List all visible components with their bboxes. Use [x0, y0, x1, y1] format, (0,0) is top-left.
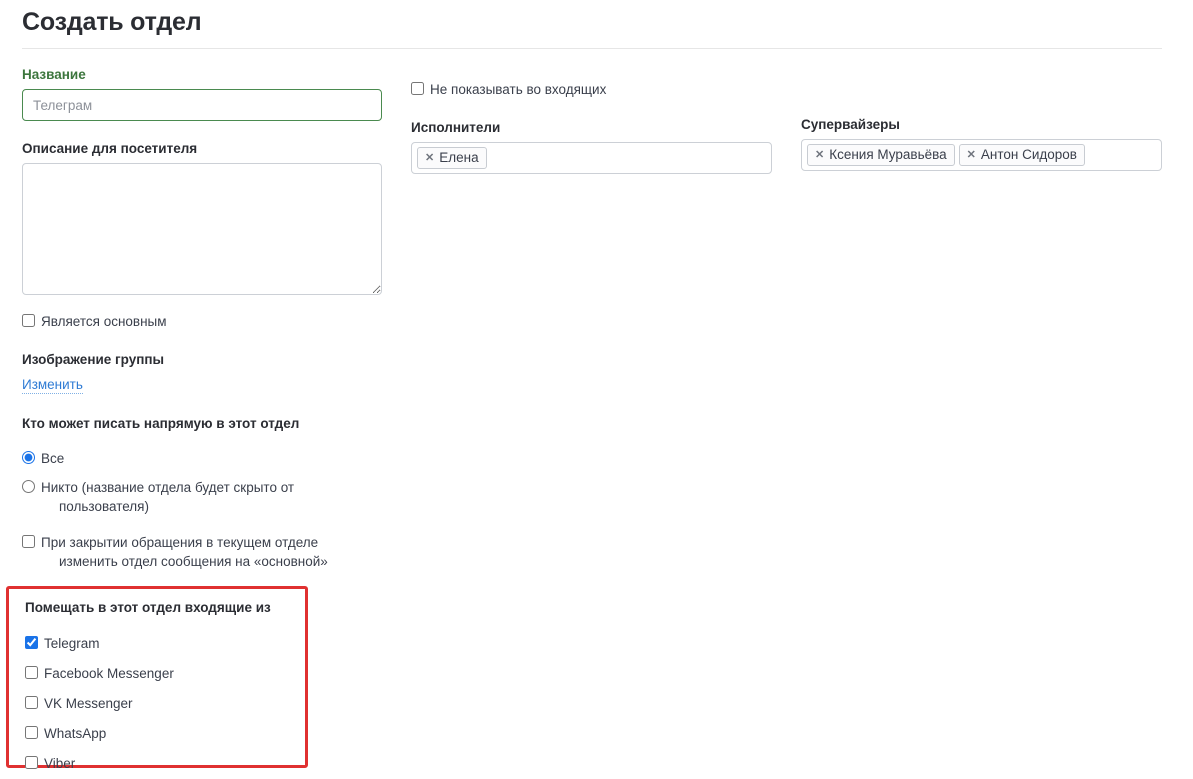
description-textarea[interactable]: [22, 163, 382, 295]
name-input[interactable]: [22, 89, 382, 121]
assignees-input[interactable]: ✕ Елена: [411, 142, 772, 174]
close-x-icon[interactable]: ✕: [815, 149, 824, 161]
close-rule-label-line2: изменить отдел сообщения на «основной»: [59, 554, 328, 569]
close-x-icon[interactable]: ✕: [967, 149, 976, 161]
channel-row-vk-messenger[interactable]: VK Messenger: [25, 694, 305, 713]
radio-row-none[interactable]: Никто (название отдела будет скрыто от п…: [22, 478, 384, 516]
hide-in-inbox-label: Не показывать во входящих: [430, 82, 607, 97]
channel-checkbox-telegram[interactable]: [25, 636, 38, 649]
radio-row-all[interactable]: Все: [22, 449, 384, 468]
channel-checkbox-vk-messenger[interactable]: [25, 696, 38, 709]
is-main-checkbox-row[interactable]: Является основным: [22, 312, 384, 331]
hide-in-inbox-checkbox[interactable]: [411, 82, 424, 95]
change-image-link[interactable]: Изменить: [22, 377, 83, 394]
supervisor-token-label: Ксения Муравьёва: [829, 147, 947, 162]
channel-label-whatsapp: WhatsApp: [44, 726, 107, 741]
incoming-channels-title: Помещать в этот отдел входящие из: [25, 600, 271, 615]
name-label: Название: [22, 67, 86, 82]
channel-checkbox-viber[interactable]: [25, 756, 38, 769]
description-label: Описание для посетителя: [22, 141, 198, 156]
close-rule-label: При закрытии обращения в текущем отделе …: [41, 533, 328, 571]
left-column: Название Описание для посетителя Являетс…: [22, 66, 384, 571]
channel-row-facebook-messenger[interactable]: Facebook Messenger: [25, 664, 305, 683]
who-can-write-label: Кто может писать напрямую в этот отдел: [22, 416, 300, 431]
supervisor-token[interactable]: ✕ Ксения Муравьёва: [807, 144, 955, 166]
middle-column: Не показывать во входящих Исполнители ✕ …: [411, 80, 773, 174]
channel-row-viber[interactable]: Viber: [25, 754, 305, 773]
close-rule-label-line1: При закрытии обращения в текущем отделе: [41, 535, 319, 550]
channel-label-facebook-messenger: Facebook Messenger: [44, 666, 174, 681]
right-column: Супервайзеры ✕ Ксения Муравьёва ✕ Антон …: [801, 116, 1163, 171]
channel-checkbox-facebook-messenger[interactable]: [25, 666, 38, 679]
radio-all-label: Все: [41, 451, 65, 466]
group-image-label: Изображение группы: [22, 352, 165, 367]
is-main-checkbox[interactable]: [22, 314, 35, 327]
supervisors-input[interactable]: ✕ Ксения Муравьёва ✕ Антон Сидоров: [801, 139, 1162, 171]
title-divider: [22, 48, 1162, 49]
radio-all[interactable]: [22, 451, 35, 464]
incoming-channels-highlight: Помещать в этот отдел входящие из Telegr…: [6, 586, 308, 771]
supervisor-token-label: Антон Сидоров: [980, 147, 1077, 162]
assignee-token[interactable]: ✕ Елена: [417, 147, 487, 169]
close-rule-checkbox-row[interactable]: При закрытии обращения в текущем отделе …: [22, 533, 384, 571]
incoming-channels-list: Telegram Facebook Messenger VK Messenger…: [25, 634, 305, 773]
channel-label-vk-messenger: VK Messenger: [44, 696, 133, 711]
page-title: Создать отдел: [22, 8, 202, 36]
channel-label-viber: Viber: [44, 756, 76, 771]
close-x-icon[interactable]: ✕: [425, 152, 434, 164]
hide-in-inbox-row[interactable]: Не показывать во входящих: [411, 80, 773, 99]
close-rule-checkbox[interactable]: [22, 535, 35, 548]
radio-none-label: Никто (название отдела будет скрыто от п…: [41, 478, 294, 516]
assignee-token-label: Елена: [439, 150, 479, 165]
radio-none-label-line2: пользователя): [59, 499, 149, 514]
channel-row-telegram[interactable]: Telegram: [25, 634, 305, 653]
radio-none-label-line1: Никто (название отдела будет скрыто от: [41, 480, 295, 495]
assignees-label: Исполнители: [411, 120, 501, 135]
radio-none[interactable]: [22, 480, 35, 493]
channel-label-telegram: Telegram: [44, 636, 100, 651]
channel-row-whatsapp[interactable]: WhatsApp: [25, 724, 305, 743]
supervisor-token[interactable]: ✕ Антон Сидоров: [958, 144, 1085, 166]
supervisors-label: Супервайзеры: [801, 117, 900, 132]
is-main-label: Является основным: [41, 314, 167, 329]
channel-checkbox-whatsapp[interactable]: [25, 726, 38, 739]
